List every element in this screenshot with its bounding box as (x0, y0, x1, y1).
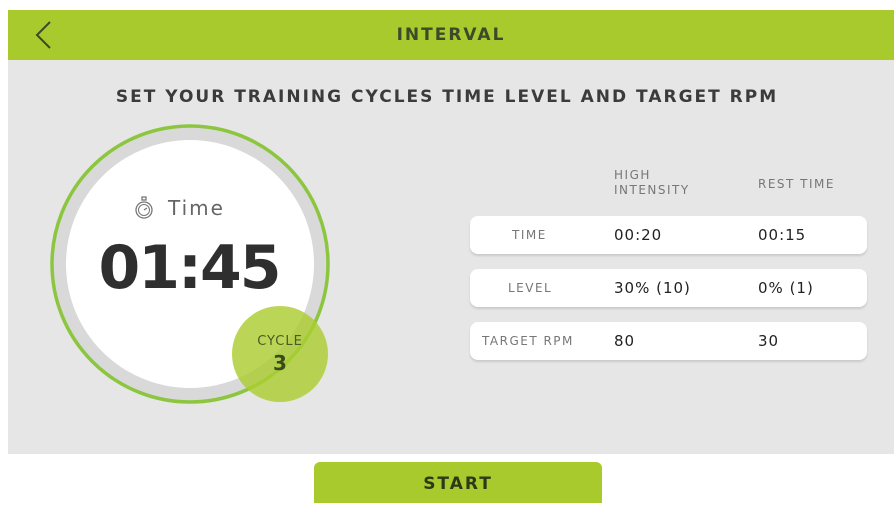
instruction-subtitle: SET YOUR TRAINING CYCLES TIME LEVEL AND … (115, 87, 779, 107)
header-bar: INTERVAL (8, 10, 894, 60)
rest-rpm-value[interactable]: 30 (758, 322, 779, 360)
start-button[interactable]: START (314, 462, 602, 503)
rest-time-value[interactable]: 00:15 (758, 216, 806, 254)
settings-row-target-rpm: TARGET RPM 80 30 (470, 322, 867, 360)
column-header-rest-time: REST TIME (758, 177, 835, 191)
column-header-high-intensity: HIGH INTENSITY (614, 168, 690, 197)
settings-row-time: TIME 00:20 00:15 (470, 216, 867, 254)
time-value: 01:45 (98, 233, 282, 303)
row-label: TIME (512, 228, 547, 242)
time-label: Time (134, 196, 225, 220)
time-label-text: Time (168, 196, 225, 220)
page-title: INTERVAL (396, 25, 506, 45)
cycle-badge[interactable]: CYCLE 3 (232, 306, 328, 402)
high-intensity-level-value[interactable]: 30% (10) (614, 269, 691, 307)
rest-level-value[interactable]: 0% (1) (758, 269, 814, 307)
high-intensity-rpm-value[interactable]: 80 (614, 322, 635, 360)
cycle-label: CYCLE (257, 334, 303, 349)
stopwatch-icon (135, 196, 153, 219)
row-label: TARGET RPM (482, 334, 574, 348)
cycle-number: 3 (273, 351, 287, 375)
high-intensity-time-value[interactable]: 00:20 (614, 216, 662, 254)
row-label: LEVEL (508, 281, 553, 295)
settings-row-level: LEVEL 30% (10) 0% (1) (470, 269, 867, 307)
